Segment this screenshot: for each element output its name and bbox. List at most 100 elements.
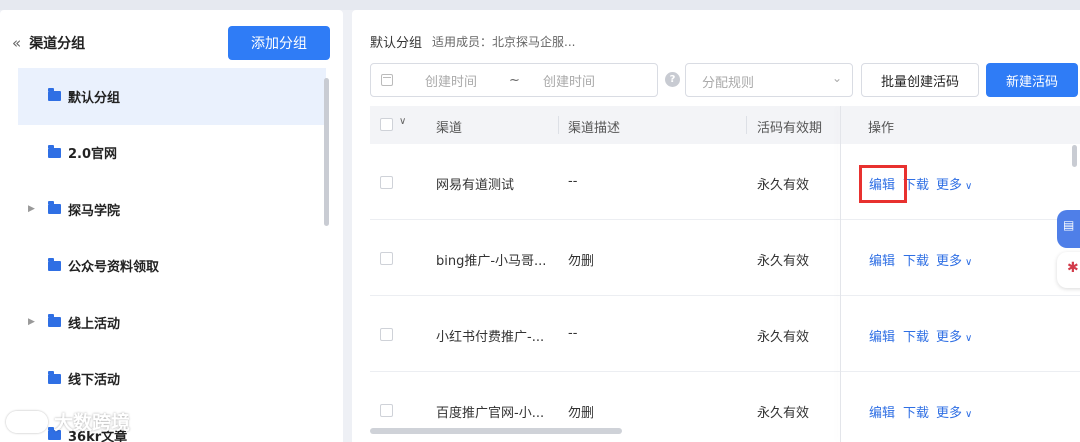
- folder-icon: [48, 88, 61, 102]
- folder-icon: [48, 370, 61, 384]
- floating-share-button[interactable]: ✱: [1057, 252, 1080, 288]
- edit-link[interactable]: 编辑: [869, 326, 895, 345]
- watermark-logo-icon: [6, 410, 48, 433]
- channel-description: --: [568, 326, 578, 341]
- table-row: 网易有道测试 -- 永久有效 编辑 下载 更多 ∨: [370, 144, 1080, 220]
- group-item-offline-events[interactable]: 线下活动: [18, 351, 326, 408]
- table-row: 小红书付费推广-... -- 永久有效 编辑 下载 更多 ∨: [370, 296, 1080, 372]
- double-chevron-left-icon[interactable]: «: [12, 35, 21, 51]
- chevron-down-icon: ∨: [965, 257, 973, 268]
- channel-code-panel: 默认分组 适用成员：北京探马企服... 创建时间 ~ 创建时间 ? 分配规则 ⌄…: [352, 10, 1080, 442]
- code-validity: 永久有效: [757, 406, 810, 421]
- row-checkbox[interactable]: [380, 252, 393, 265]
- fixed-actions-column-edge: [840, 106, 841, 442]
- row-checkbox[interactable]: [380, 404, 393, 417]
- chevron-down-icon: ∨: [965, 409, 973, 420]
- group-panel-header: « 渠道分组: [12, 32, 85, 54]
- group-item-academy[interactable]: ▶ 探马学院: [18, 181, 326, 238]
- channel-description: 勿删: [568, 406, 595, 421]
- table-header: ∨ 渠道 渠道描述 活码有效期 操作: [370, 106, 1080, 144]
- channel-name: 网易有道测试: [436, 178, 515, 193]
- chevron-down-icon[interactable]: ∨: [399, 116, 406, 127]
- column-header-description: 渠道描述: [568, 121, 621, 136]
- group-item-label: 2.0官网: [68, 147, 118, 163]
- more-dropdown[interactable]: 更多 ∨: [936, 174, 972, 193]
- add-group-button[interactable]: 添加分组: [228, 26, 330, 60]
- network-icon: ✱: [1067, 260, 1079, 276]
- watermark: 大数跨境: [6, 408, 130, 435]
- group-item-label: 探马学院: [68, 203, 121, 219]
- group-breadcrumb: 默认分组 适用成员：北京探马企服...: [370, 32, 575, 51]
- column-header-channel: 渠道: [436, 121, 463, 136]
- more-label: 更多: [936, 406, 963, 421]
- row-checkbox[interactable]: [380, 176, 393, 189]
- group-panel-title: 渠道分组: [29, 36, 86, 52]
- edit-link[interactable]: 编辑: [869, 402, 895, 421]
- folder-icon: [48, 144, 61, 158]
- current-group-name: 默认分组: [370, 36, 423, 51]
- group-item-official-site[interactable]: 2.0官网: [18, 125, 326, 182]
- group-item-label: 线下活动: [68, 373, 121, 389]
- top-strip: [0, 0, 1080, 10]
- allocation-rule-select[interactable]: 分配规则 ⌄: [685, 63, 853, 97]
- table-row: bing推广-小马哥... 勿删 永久有效 编辑 下载 更多 ∨: [370, 220, 1080, 296]
- select-all-checkbox[interactable]: [380, 118, 393, 131]
- channel-group-panel: « 渠道分组 添加分组 默认分组 2.0官网 ▶ 探马学院 公众号资料领取 ▶ …: [0, 10, 343, 442]
- date-end-placeholder: 创建时间: [543, 74, 596, 90]
- applicable-members: 适用成员：北京探马企服...: [432, 35, 576, 49]
- chevron-down-icon: ∨: [965, 181, 973, 192]
- code-validity: 永久有效: [757, 330, 810, 345]
- channel-name: 小红书付费推广-...: [436, 330, 545, 345]
- folder-icon: [48, 314, 61, 328]
- batch-create-code-button[interactable]: 批量创建活码: [861, 63, 979, 97]
- folder-icon: [48, 201, 61, 215]
- channel-code-table: ∨ 渠道 渠道描述 活码有效期 操作 网易有道测试 -- 永久有效 编辑 下载 …: [370, 106, 1080, 442]
- code-validity: 永久有效: [757, 254, 810, 269]
- group-item-label: 线上活动: [68, 316, 121, 332]
- group-item-online-events[interactable]: ▶ 线上活动: [18, 294, 326, 351]
- channel-name: bing推广-小马哥...: [436, 254, 547, 269]
- channel-description: --: [568, 174, 578, 189]
- download-link[interactable]: 下载: [903, 402, 929, 421]
- help-icon[interactable]: ?: [665, 72, 680, 87]
- chevron-down-icon: ∨: [965, 333, 973, 344]
- expand-caret-icon[interactable]: ▶: [28, 317, 35, 327]
- edit-highlight-annotation: [859, 165, 907, 203]
- chevron-down-icon: ⌄: [831, 71, 842, 85]
- column-divider: [558, 116, 559, 134]
- column-header-actions: 操作: [868, 121, 895, 136]
- created-date-range-picker[interactable]: 创建时间 ~ 创建时间: [370, 63, 658, 97]
- chat-icon: ▤: [1063, 218, 1075, 232]
- date-start-placeholder: 创建时间: [425, 74, 478, 90]
- download-link[interactable]: 下载: [903, 326, 929, 345]
- more-dropdown[interactable]: 更多 ∨: [936, 250, 972, 269]
- floating-help-button[interactable]: ▤: [1057, 210, 1080, 248]
- watermark-text: 大数跨境: [54, 412, 131, 434]
- table-vertical-scrollbar[interactable]: [1072, 145, 1077, 167]
- rule-select-placeholder: 分配规则: [702, 76, 755, 91]
- group-item-wechat-resources[interactable]: 公众号资料领取: [18, 238, 326, 295]
- row-checkbox[interactable]: [380, 328, 393, 341]
- column-header-validity: 活码有效期: [757, 121, 823, 136]
- more-label: 更多: [936, 330, 963, 345]
- edit-link[interactable]: 编辑: [869, 250, 895, 269]
- group-list-scrollbar[interactable]: [324, 78, 329, 226]
- group-item-default[interactable]: 默认分组: [18, 68, 326, 125]
- group-item-label: 默认分组: [68, 90, 121, 106]
- more-dropdown[interactable]: 更多 ∨: [936, 402, 972, 421]
- table-horizontal-scrollbar[interactable]: [370, 428, 622, 434]
- date-separator: ~: [509, 72, 520, 88]
- group-item-label: 公众号资料领取: [68, 260, 160, 276]
- new-code-button[interactable]: 新建活码: [986, 63, 1078, 97]
- channel-name: 百度推广官网-小...: [436, 406, 545, 421]
- more-dropdown[interactable]: 更多 ∨: [936, 326, 972, 345]
- more-label: 更多: [936, 254, 963, 269]
- download-link[interactable]: 下载: [903, 250, 929, 269]
- calendar-icon: [381, 74, 393, 86]
- group-list: 默认分组 2.0官网 ▶ 探马学院 公众号资料领取 ▶ 线上活动 线下活动 36…: [18, 68, 326, 442]
- code-validity: 永久有效: [757, 178, 810, 193]
- channel-description: 勿删: [568, 254, 595, 269]
- expand-caret-icon[interactable]: ▶: [28, 204, 35, 214]
- more-label: 更多: [936, 178, 963, 193]
- column-divider: [746, 116, 747, 134]
